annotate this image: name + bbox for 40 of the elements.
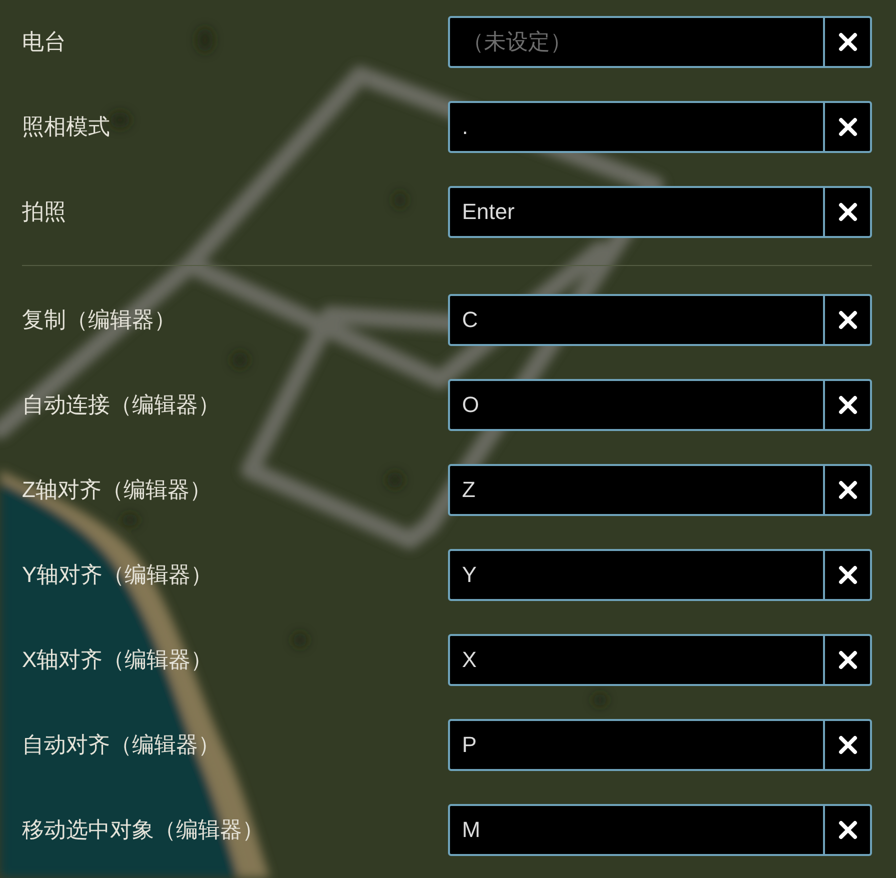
x-icon [838, 310, 858, 330]
action-label: X轴对齐（编辑器） [22, 646, 214, 674]
key-field[interactable]: O [448, 379, 825, 431]
clear-button[interactable] [825, 549, 872, 601]
action-label: Z轴对齐（编辑器） [22, 476, 212, 504]
action-label: 自动连接（编辑器） [22, 391, 221, 419]
key-field[interactable]: Enter [448, 186, 825, 238]
clear-button[interactable] [825, 101, 872, 153]
x-icon [838, 480, 858, 500]
x-icon [838, 202, 858, 222]
x-icon [838, 32, 858, 52]
x-icon [838, 395, 858, 415]
key-field[interactable]: Z [448, 464, 825, 516]
x-icon [838, 820, 858, 840]
x-icon [838, 735, 858, 755]
key-field[interactable]: X [448, 634, 825, 686]
action-label: 移动选中对象（编辑器） [22, 816, 265, 844]
clear-button[interactable] [825, 719, 872, 771]
action-label: 复制（编辑器） [22, 306, 177, 334]
clear-button[interactable] [825, 294, 872, 346]
action-label: Y轴对齐（编辑器） [22, 561, 214, 589]
clear-button[interactable] [825, 804, 872, 856]
clear-button[interactable] [825, 634, 872, 686]
x-icon [838, 565, 858, 585]
x-icon [838, 650, 858, 670]
key-field[interactable]: . [448, 101, 825, 153]
key-field[interactable]: （未设定） [448, 16, 825, 68]
key-field[interactable]: M [448, 804, 825, 856]
action-label: 自动对齐（编辑器） [22, 731, 221, 759]
clear-button[interactable] [825, 464, 872, 516]
clear-button[interactable] [825, 379, 872, 431]
x-icon [838, 117, 858, 137]
action-label: 电台 [22, 28, 67, 56]
clear-button[interactable] [825, 186, 872, 238]
action-label: 照相模式 [22, 113, 111, 141]
action-label: 拍照 [22, 198, 67, 226]
clear-button[interactable] [825, 16, 872, 68]
key-field[interactable]: C [448, 294, 825, 346]
key-field[interactable]: Y [448, 549, 825, 601]
key-field[interactable]: P [448, 719, 825, 771]
